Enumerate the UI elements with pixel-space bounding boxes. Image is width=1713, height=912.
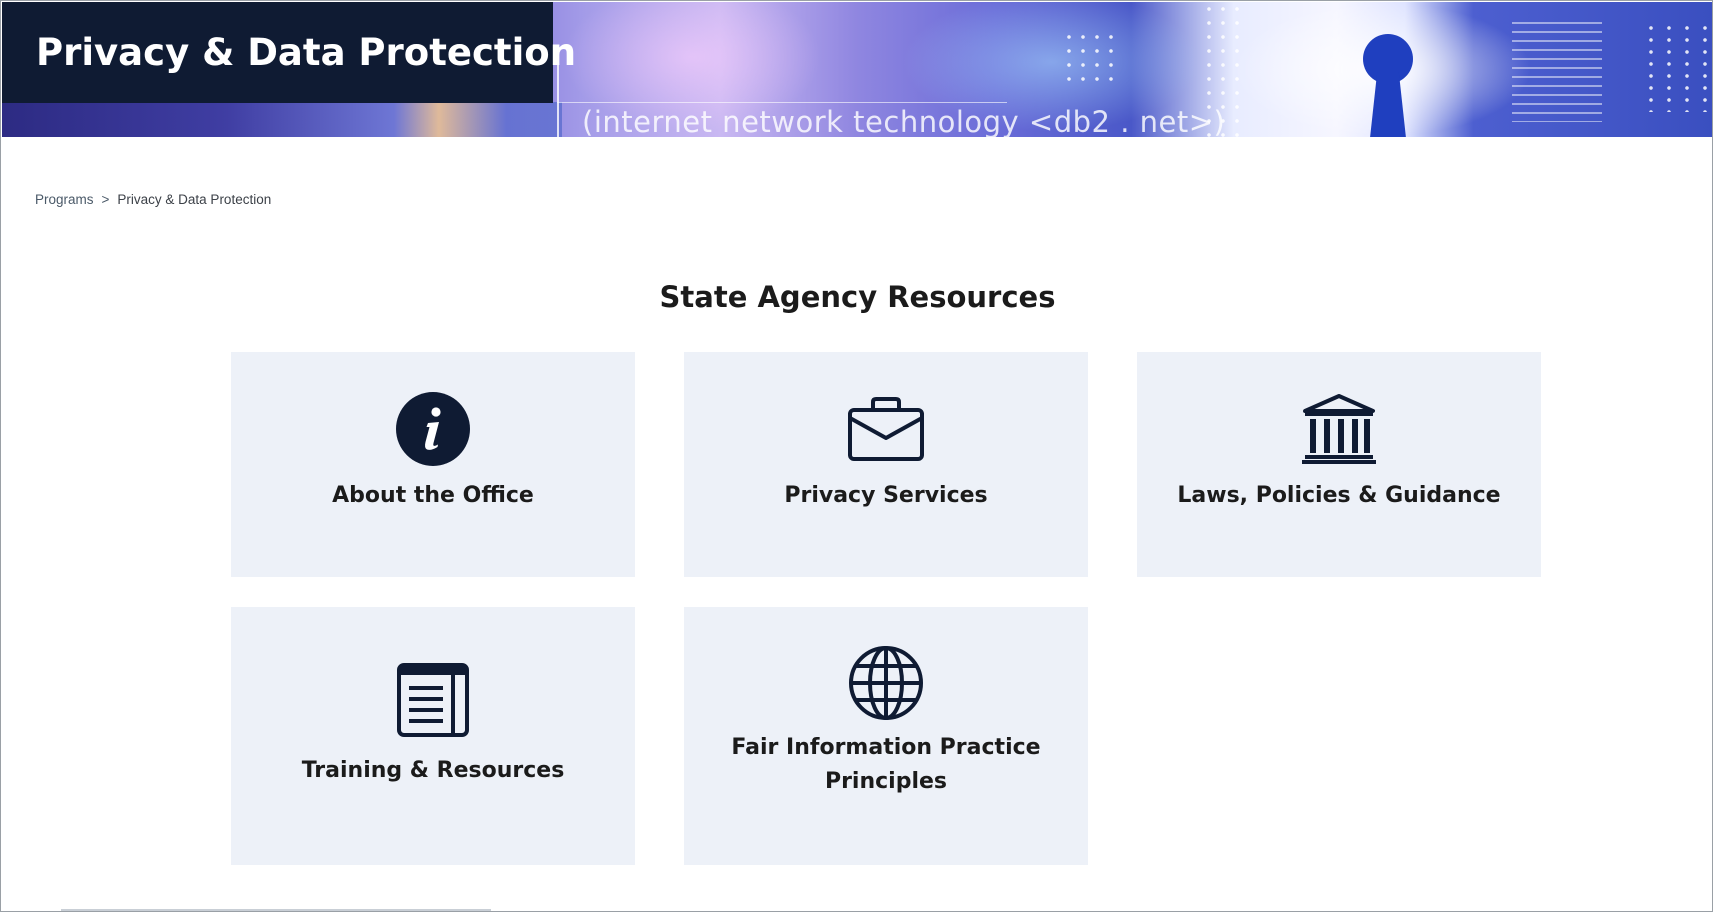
keyhole-graphic bbox=[1360, 34, 1416, 137]
card-label: Privacy Services bbox=[784, 483, 988, 508]
card-fair-information-practice-principles[interactable]: Fair Information Practice Principles bbox=[684, 607, 1088, 865]
breadcrumb-link-programs[interactable]: Programs bbox=[35, 192, 94, 207]
hero-banner: (internet network technology <db2 . net>… bbox=[2, 2, 1712, 137]
card-laws-policies-guidance[interactable]: Laws, Policies & Guidance bbox=[1137, 352, 1541, 577]
breadcrumb-separator: > bbox=[101, 192, 110, 207]
briefcase-icon bbox=[846, 389, 926, 469]
card-training-resources[interactable]: Training & Resources bbox=[231, 607, 635, 865]
card-label: Training & Resources bbox=[301, 758, 565, 783]
hero-tagline: (internet network technology <db2 . net>… bbox=[582, 105, 1226, 137]
card-label: Laws, Policies & Guidance bbox=[1177, 483, 1501, 508]
courthouse-icon bbox=[1299, 389, 1379, 469]
card-about-the-office[interactable]: About the Office bbox=[231, 352, 635, 577]
card-label: About the Office bbox=[332, 483, 534, 508]
card-label: Fair Information Practice Principles bbox=[731, 735, 1041, 794]
hero-title-box: Privacy & Data Protection bbox=[2, 2, 576, 103]
page-frame: (internet network technology <db2 . net>… bbox=[0, 0, 1713, 912]
card-privacy-services[interactable]: Privacy Services bbox=[684, 352, 1088, 577]
info-icon bbox=[393, 389, 473, 469]
document-icon bbox=[393, 660, 473, 740]
breadcrumb-current: Privacy & Data Protection bbox=[117, 192, 272, 207]
globe-icon bbox=[846, 643, 926, 723]
section-title: State Agency Resources bbox=[659, 280, 1056, 314]
page-title: Privacy & Data Protection bbox=[36, 31, 577, 74]
breadcrumb: Programs > Privacy & Data Protection bbox=[35, 192, 271, 207]
